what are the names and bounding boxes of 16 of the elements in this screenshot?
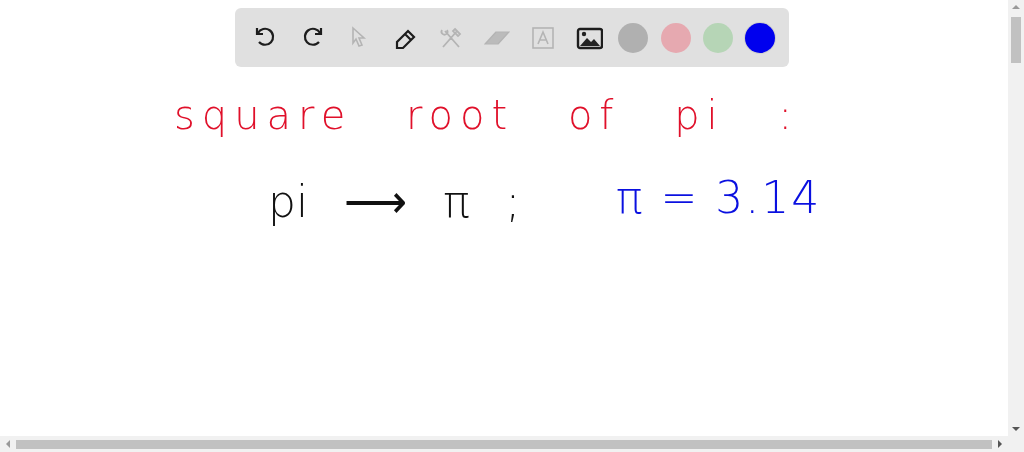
color-swatch[interactable] [744, 22, 775, 53]
color-swatch[interactable] [618, 22, 649, 53]
handwritten-text: pi ⟶ π ; [268, 176, 521, 227]
handwritten-text: square root of pi : [174, 92, 799, 138]
up-arrow-icon[interactable] [1012, 3, 1020, 11]
handwritten-text: π = 3.14 [616, 172, 822, 223]
right-arrow-icon[interactable] [996, 440, 1004, 448]
vertical-scrollbar[interactable] [1008, 0, 1024, 436]
down-arrow-icon[interactable] [1012, 425, 1020, 433]
eraser-icon [483, 30, 510, 45]
color-swatch[interactable] [702, 22, 733, 53]
color-swatch[interactable] [660, 22, 691, 53]
horizontal-scrollbar[interactable] [0, 436, 1024, 452]
left-arrow-icon[interactable] [4, 440, 12, 448]
scrollbar-thumb[interactable] [16, 439, 992, 449]
scrollbar-thumb[interactable] [1011, 17, 1021, 63]
